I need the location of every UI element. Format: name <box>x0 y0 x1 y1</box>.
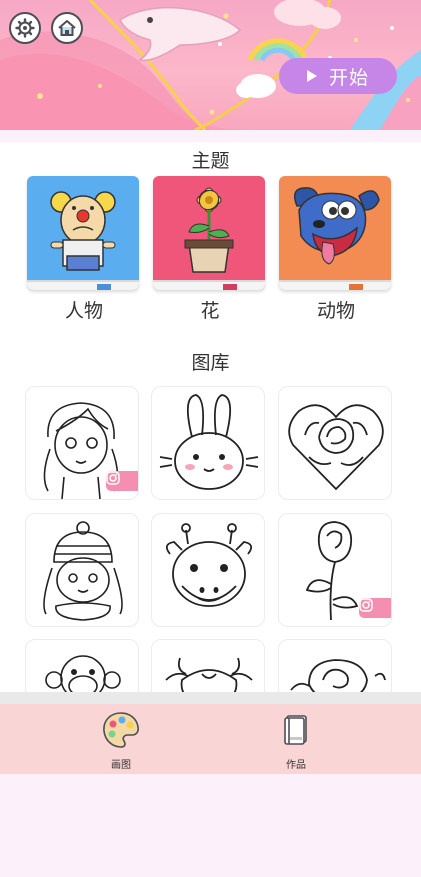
giraffe-drawing <box>165 523 253 607</box>
monkey-drawing <box>45 655 121 692</box>
gallery-item-monkey[interactable] <box>25 639 139 692</box>
dog-illustration <box>294 187 380 265</box>
nav-label-works: 作品 <box>286 760 306 771</box>
settings-button[interactable] <box>9 12 41 44</box>
gallery-item-giraffe[interactable] <box>151 513 265 627</box>
theme-cover <box>27 176 139 290</box>
theme-label: 花 <box>200 300 220 322</box>
themes-title: 主题 <box>191 150 230 172</box>
instagram-icon <box>106 471 120 485</box>
theme-label: 人物 <box>64 300 103 322</box>
gallery-item-bunny[interactable] <box>151 386 265 500</box>
home-button[interactable] <box>51 12 83 44</box>
instagram-badge <box>106 471 138 491</box>
cow-drawing <box>165 657 253 692</box>
theme-card-animals[interactable]: 动物 <box>279 176 393 326</box>
header-banner: 开始 <box>0 0 421 130</box>
theme-cover <box>153 176 265 290</box>
child-winter-hat-drawing <box>43 521 123 621</box>
instagram-icon <box>359 598 373 612</box>
home-icon <box>58 20 76 36</box>
instagram-badge <box>359 598 391 618</box>
nav-item-draw[interactable]: 画图 <box>81 710 161 771</box>
gallery-item-cow[interactable] <box>151 639 265 692</box>
bunny-drawing <box>159 394 259 490</box>
gallery-item-girl[interactable] <box>25 386 139 500</box>
start-label: 开始 <box>328 66 369 89</box>
gallery-item-child-winter-hat[interactable] <box>25 513 139 627</box>
start-button[interactable]: 开始 <box>279 58 397 94</box>
main-content: 主题 人物 花 动物 图库 <box>0 142 421 692</box>
gear-icon <box>15 18 35 38</box>
theme-card-flowers[interactable]: 花 <box>153 176 267 326</box>
nav-item-works[interactable]: 作品 <box>256 710 336 771</box>
nav-label-draw: 画图 <box>111 760 131 771</box>
flower-pot-illustration <box>184 187 234 273</box>
gallery-item-rose-2[interactable] <box>278 639 392 692</box>
clown-illustration <box>50 191 116 271</box>
palette-icon <box>103 712 139 748</box>
bottom-nav: 画图 作品 <box>0 704 421 774</box>
divider <box>0 692 421 704</box>
play-icon <box>306 70 317 82</box>
theme-label: 动物 <box>316 300 355 322</box>
rose-heart-drawing <box>288 404 384 491</box>
gallery-title: 图库 <box>191 352 230 374</box>
rose-drawing <box>290 659 386 692</box>
theme-cover <box>279 176 391 290</box>
gallery-item-rose[interactable] <box>278 513 392 627</box>
theme-card-people[interactable]: 人物 <box>27 176 141 326</box>
gallery-item-rose-heart[interactable] <box>278 386 392 500</box>
book-icon <box>284 715 307 745</box>
